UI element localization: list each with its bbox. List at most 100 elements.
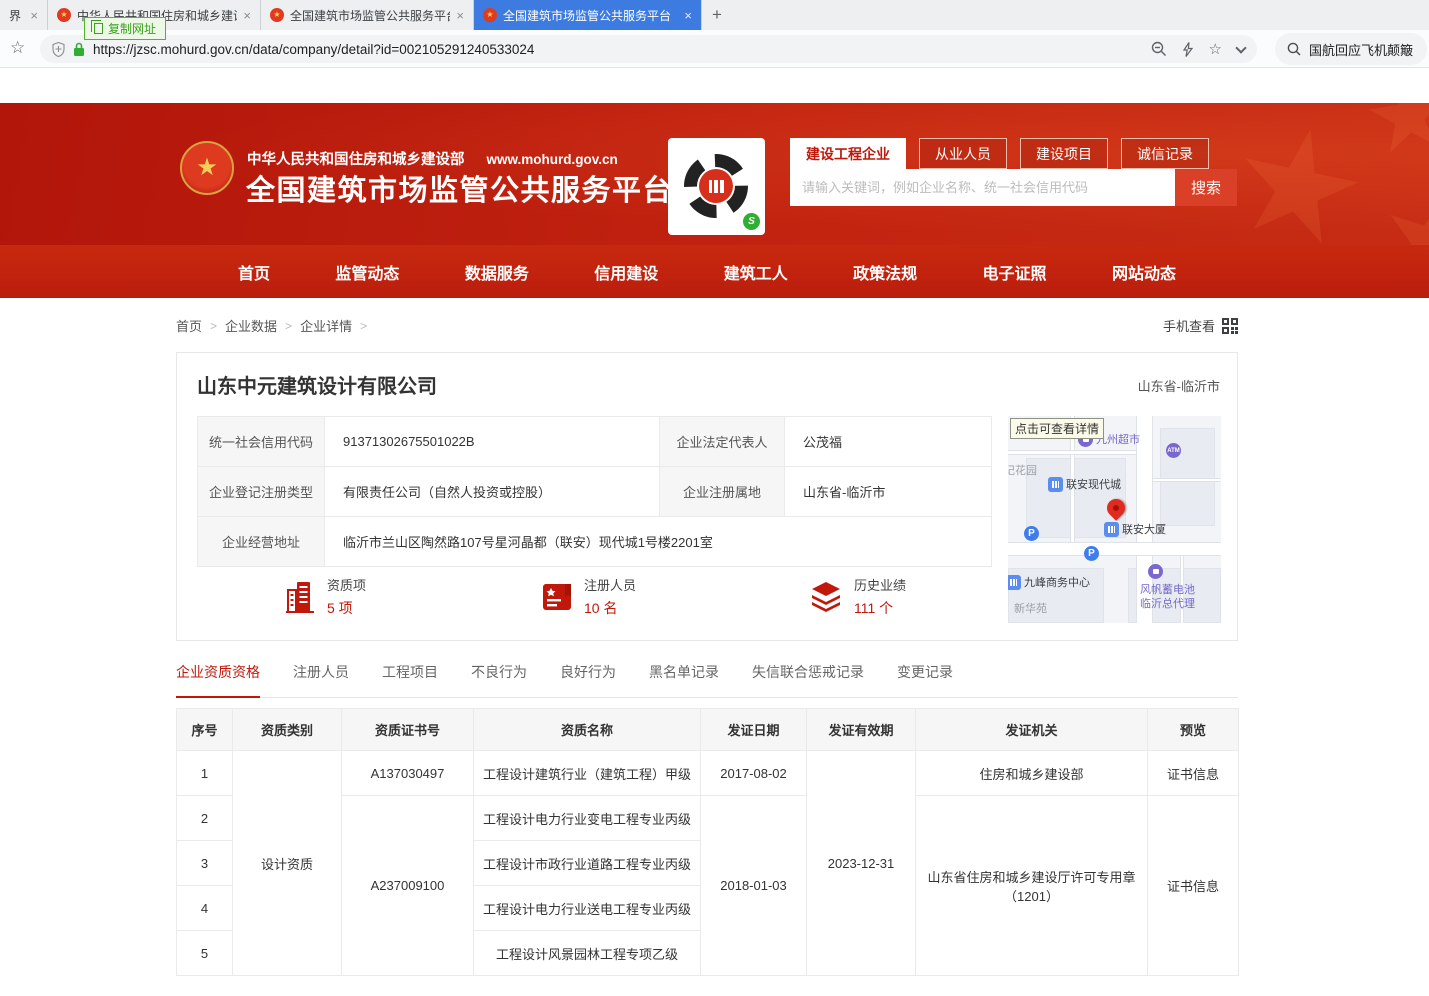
- search-tab-credit[interactable]: 诚信记录: [1121, 138, 1209, 169]
- nav-item-supervision[interactable]: 监管动态: [335, 260, 399, 284]
- tab-change-records[interactable]: 变更记录: [897, 662, 953, 697]
- company-region: 山东省-临沂市: [1138, 376, 1220, 395]
- breadcrumb-separator: >: [210, 319, 217, 333]
- col-header-preview: 预览: [1148, 709, 1239, 751]
- poi-garden: 记花园: [1008, 462, 1037, 478]
- col-header-issue-date: 发证日期: [701, 709, 807, 751]
- bookmark-star-icon[interactable]: ☆: [10, 39, 25, 56]
- wechat-icon: S: [743, 213, 760, 230]
- cell-qual-name: 工程设计电力行业变电工程专业丙级: [474, 796, 701, 841]
- breadcrumb-separator: >: [360, 319, 367, 333]
- stat-value[interactable]: 5 项: [327, 598, 366, 618]
- nav-item-home[interactable]: 首页: [238, 260, 270, 284]
- favorite-star-icon[interactable]: ☆: [1209, 42, 1222, 57]
- close-icon[interactable]: ×: [456, 8, 464, 23]
- search-category-tabs: 建设工程企业 从业人员 建设项目 诚信记录: [790, 138, 1209, 169]
- flag-star-decoration: [1227, 117, 1369, 245]
- credit-code-value: 91371302675501022B: [325, 417, 660, 467]
- certificate-info-link[interactable]: 证书信息: [1148, 751, 1239, 796]
- breadcrumb-home[interactable]: 首页: [176, 316, 202, 335]
- copy-url-tooltip[interactable]: 复制网址: [84, 17, 166, 40]
- info-label: 企业注册属地: [660, 467, 785, 517]
- new-tab-button[interactable]: +: [702, 0, 732, 30]
- flash-icon[interactable]: [1182, 42, 1194, 57]
- breadcrumb: 首页 > 企业数据 > 企业详情 >: [176, 316, 367, 335]
- legal-rep-value: 公茂福: [785, 417, 992, 467]
- building-poi-icon: [1008, 575, 1021, 590]
- chevron-down-icon[interactable]: [1235, 42, 1246, 53]
- col-header-cert-no: 资质证书号: [342, 709, 474, 751]
- breadcrumb-company-data[interactable]: 企业数据: [225, 316, 277, 335]
- tab-good-behavior[interactable]: 良好行为: [560, 662, 616, 697]
- stat-value[interactable]: 111 个: [854, 598, 906, 618]
- table-header-row: 序号 资质类别 资质证书号 资质名称 发证日期 发证有效期 发证机关 预览: [177, 709, 1239, 751]
- search-tab-personnel[interactable]: 从业人员: [919, 138, 1007, 169]
- search-tab-enterprise[interactable]: 建设工程企业: [790, 138, 906, 169]
- tab-registered-personnel[interactable]: 注册人员: [293, 662, 349, 697]
- browser-tab-0[interactable]: 界 ×: [0, 0, 48, 30]
- parking-icon: P: [1084, 546, 1099, 561]
- stat-value[interactable]: 10 名: [584, 598, 636, 618]
- copy-url-label: 复制网址: [108, 20, 156, 37]
- lock-icon: [73, 42, 85, 57]
- cell-issue-date: 2017-08-02: [701, 751, 807, 796]
- col-header-no: 序号: [177, 709, 233, 751]
- trending-search-text[interactable]: 国航回应飞机颠簸: [1309, 40, 1413, 59]
- certificate-info-link[interactable]: 证书信息: [1148, 796, 1239, 976]
- browser-tab-2[interactable]: ★ 全国建筑市场监管公共服务平台 ×: [261, 0, 474, 30]
- cell-qual-name: 工程设计建筑行业（建筑工程）甲级: [474, 751, 701, 796]
- building-icon: [284, 580, 316, 614]
- nav-item-credit[interactable]: 信用建设: [594, 260, 658, 284]
- browser-search-box[interactable]: 国航回应飞机颠簸: [1275, 33, 1427, 65]
- nav-item-workers[interactable]: 建筑工人: [724, 260, 788, 284]
- nav-item-site-news[interactable]: 网站动态: [1112, 260, 1176, 284]
- cell-qual-name: 工程设计风景园林工程专项乙级: [474, 931, 701, 976]
- search-icon: [1287, 42, 1301, 56]
- cell-category: 设计资质: [233, 751, 342, 976]
- nav-item-policy[interactable]: 政策法规: [853, 260, 917, 284]
- zoom-out-icon[interactable]: [1151, 41, 1167, 57]
- info-label: 企业经营地址: [198, 517, 325, 567]
- building-poi-icon: [1048, 477, 1063, 492]
- tab-title: 全国建筑市场监管公共服务平台: [503, 7, 678, 24]
- close-icon[interactable]: ×: [30, 8, 38, 23]
- url-bar-actions: ☆: [1151, 41, 1245, 57]
- poi-atm: ATM: [1166, 443, 1181, 458]
- breadcrumb-separator: >: [285, 319, 292, 333]
- close-icon[interactable]: ×: [243, 8, 251, 23]
- mobile-view-label: 手机查看: [1163, 316, 1215, 335]
- qr-logo-icon: [699, 169, 733, 203]
- company-card: 山东中元建筑设计有限公司 山东省-临沂市 统一社会信用代码 9137130267…: [176, 352, 1238, 641]
- info-row: 统一社会信用代码 91371302675501022B 企业法定代表人 公茂福: [198, 417, 992, 467]
- cell-authority: 山东省住房和城乡建设厅许可专用章（1201）: [916, 796, 1148, 976]
- browser-tab-active[interactable]: ★ 全国建筑市场监管公共服务平台 ×: [474, 0, 702, 30]
- map-road: [1008, 450, 1136, 455]
- cell-issue-date: 2018-01-03: [701, 796, 807, 976]
- registration-type-value: 有限责任公司（自然人投资或控股）: [325, 467, 660, 517]
- nav-item-e-cert[interactable]: 电子证照: [983, 260, 1047, 284]
- mobile-view-link[interactable]: 手机查看: [1163, 316, 1238, 335]
- qr-code-icon: [1222, 318, 1238, 334]
- cell-cert-no: A237009100: [342, 796, 474, 976]
- tab-dishonesty-records[interactable]: 失信联合惩戒记录: [752, 662, 864, 697]
- layers-icon: [809, 581, 843, 613]
- tab-qualifications[interactable]: 企业资质资格: [176, 662, 260, 698]
- browser-tab-bar: 界 × ★ 中华人民共和国住房和城乡建设 × ★ 全国建筑市场监管公共服务平台 …: [0, 0, 1429, 30]
- nav-item-data-service[interactable]: 数据服务: [465, 260, 529, 284]
- close-icon[interactable]: ×: [684, 8, 692, 23]
- tab-projects[interactable]: 工程项目: [382, 662, 438, 697]
- keyword-search-input[interactable]: [790, 169, 1175, 206]
- url-text[interactable]: https://jzsc.mohurd.gov.cn/data/company/…: [93, 42, 534, 57]
- search-tab-project[interactable]: 建设项目: [1020, 138, 1108, 169]
- address-field[interactable]: https://jzsc.mohurd.gov.cn/data/company/…: [40, 35, 1257, 63]
- info-row: 企业经营地址 临沂市兰山区陶然路107号星河晶都（联安）现代城1号楼2201室: [198, 517, 992, 567]
- tab-title: 全国建筑市场监管公共服务平台: [290, 7, 450, 24]
- emblem-favicon-icon: ★: [57, 8, 71, 22]
- map-tooltip: 点击可查看详情: [1010, 418, 1104, 439]
- cell-no: 5: [177, 931, 233, 976]
- company-location-map[interactable]: 点击可查看详情 九州超市 ATM 记花园 联安现代城 联安大厦 P: [1008, 416, 1221, 623]
- tab-bad-behavior[interactable]: 不良行为: [471, 662, 527, 697]
- screen: 界 × ★ 中华人民共和国住房和城乡建设 × ★ 全国建筑市场监管公共服务平台 …: [0, 0, 1429, 996]
- tab-blacklist[interactable]: 黑名单记录: [649, 662, 719, 697]
- search-button[interactable]: 搜索: [1175, 169, 1237, 206]
